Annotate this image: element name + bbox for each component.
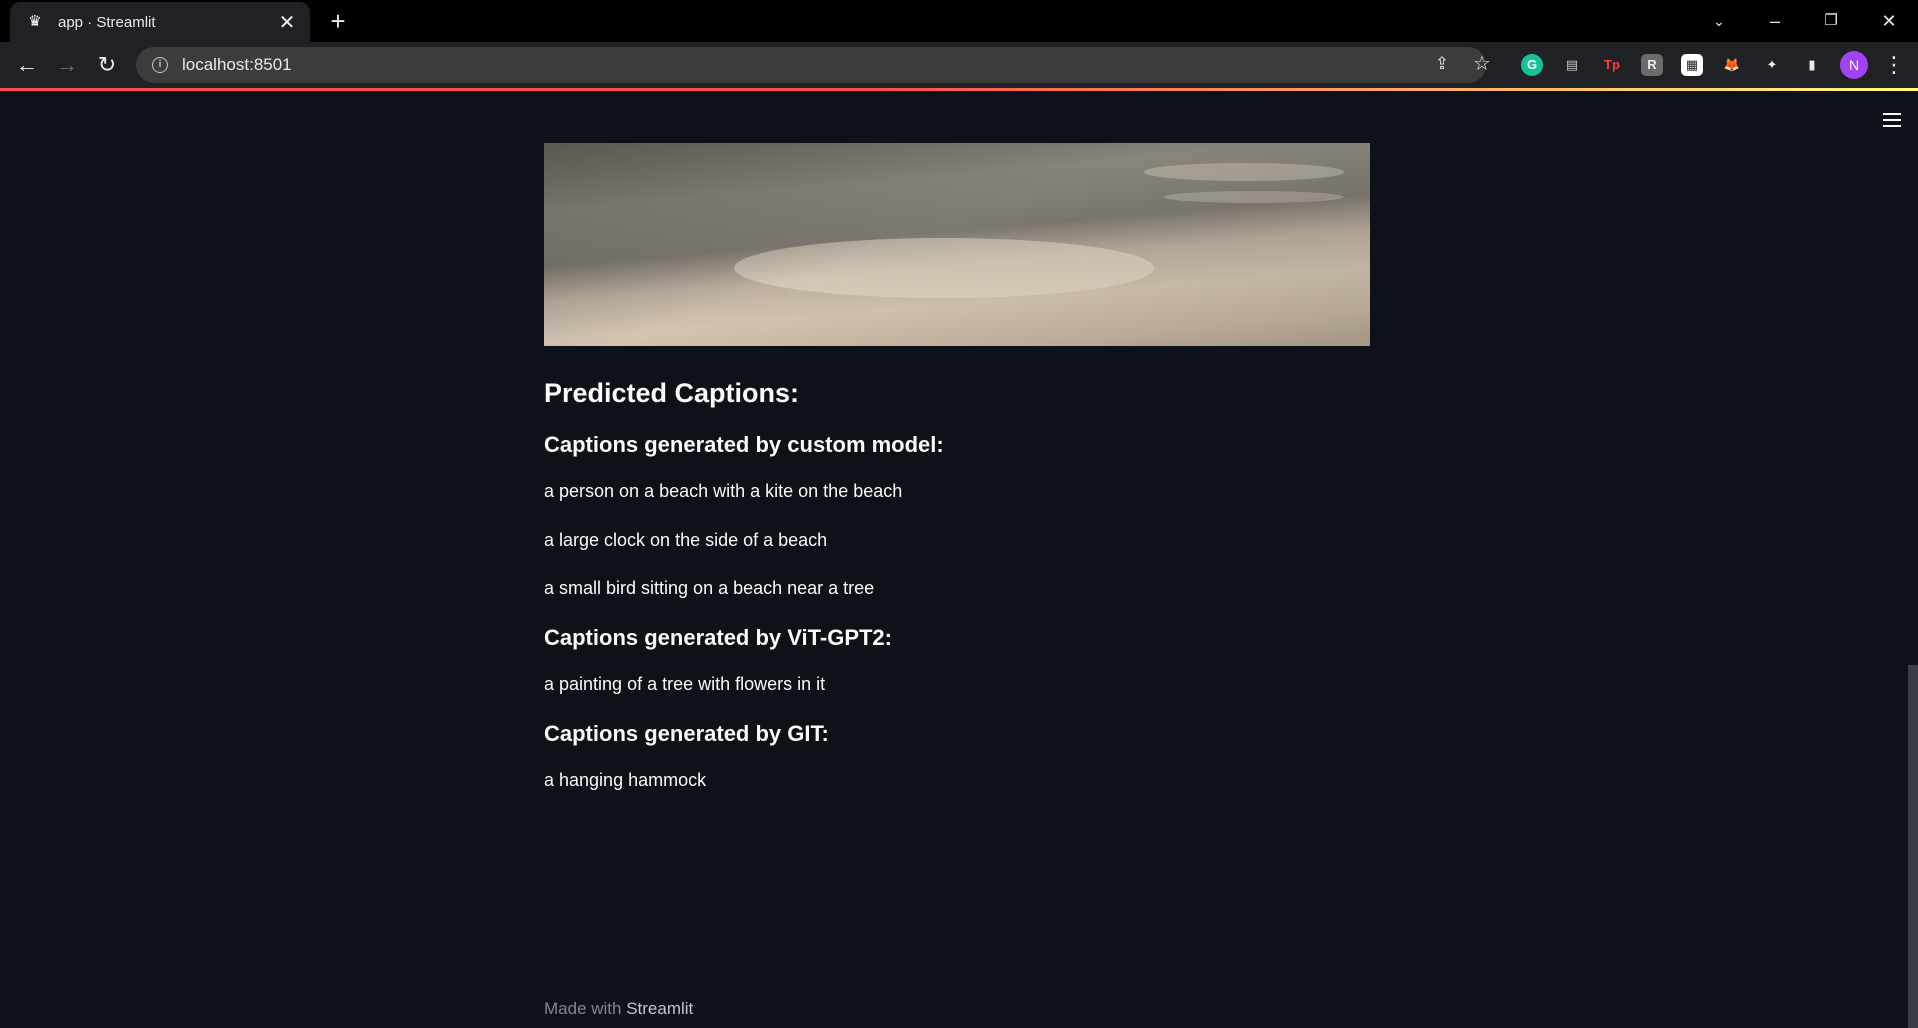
predicted-captions-heading: Predicted Captions:: [544, 378, 800, 408]
new-tab-button[interactable]: +: [324, 8, 352, 36]
footer: Made with Streamlit: [544, 999, 693, 1019]
side-panel-icon[interactable]: ▮: [1801, 54, 1823, 76]
qr-code-icon[interactable]: ▦: [1681, 54, 1703, 76]
git-heading: Captions generated by GIT:: [544, 721, 829, 746]
browser-toolbar: ← → ↻ i localhost:8501 ⇪ ☆ G ▤ Tp R ▦ 🦊 ✦ ▮ N ⋮: [0, 42, 1918, 88]
site-info-icon[interactable]: i: [152, 57, 168, 73]
back-arrow-icon[interactable]: ←: [12, 50, 42, 80]
metamask-icon[interactable]: 🦊: [1721, 54, 1743, 76]
scrollbar-thumb[interactable]: [1908, 665, 1918, 1028]
browser-tab[interactable]: ♛ app · Streamlit ✕: [10, 2, 310, 42]
forward-arrow-icon[interactable]: →: [52, 50, 82, 80]
vit-gpt2-caption-1: a painting of a tree with flowers in it: [544, 674, 826, 694]
git-caption-1: a hanging hammock: [544, 770, 707, 790]
address-bar[interactable]: i localhost:8501: [136, 47, 1486, 83]
app-viewport: Predicted Captions: Captions generated b…: [0, 91, 1918, 1028]
close-window-button[interactable]: ✕: [1866, 6, 1912, 36]
custom-caption-1: a person on a beach with a kite on the b…: [544, 481, 903, 501]
url-text[interactable]: localhost:8501: [182, 55, 292, 75]
tab-search-chevron-down-icon[interactable]: ⌄: [1696, 6, 1742, 36]
puzzle-icon[interactable]: ✦: [1761, 54, 1783, 76]
streamlit-favicon-icon: ♛: [28, 13, 42, 30]
browser-menu-icon[interactable]: ⋮: [1882, 51, 1906, 79]
footer-prefix: Made with: [544, 999, 627, 1018]
custom-model-heading: Captions generated by custom model:: [544, 432, 944, 457]
browser-tab-strip: ♛ app · Streamlit ✕ + ⌄ – ❐ ✕: [0, 0, 1918, 42]
profile-avatar[interactable]: N: [1840, 51, 1868, 79]
share-icon[interactable]: ⇪: [1430, 52, 1454, 76]
reload-icon[interactable]: ↻: [92, 50, 122, 80]
vit-gpt2-heading: Captions generated by ViT-GPT2:: [544, 625, 892, 650]
uploaded-beach-image: [544, 143, 1370, 346]
grammarly-icon[interactable]: G: [1521, 54, 1543, 76]
restore-button[interactable]: ❐: [1808, 6, 1854, 36]
tp-icon[interactable]: Tp: [1601, 54, 1623, 76]
custom-caption-2: a large clock on the side of a beach: [544, 530, 828, 550]
clipboard-icon[interactable]: ▤: [1561, 54, 1583, 76]
hamburger-menu-icon[interactable]: [1878, 109, 1906, 133]
minimize-button[interactable]: –: [1752, 6, 1798, 36]
tab-close-icon[interactable]: ✕: [276, 10, 298, 35]
custom-caption-3: a small bird sitting on a beach near a t…: [544, 578, 875, 598]
bookmark-star-icon[interactable]: ☆: [1470, 52, 1494, 76]
tab-title: app · Streamlit: [58, 13, 156, 31]
streamlit-link[interactable]: Streamlit: [626, 999, 693, 1018]
r-extension-icon[interactable]: R: [1641, 54, 1663, 76]
